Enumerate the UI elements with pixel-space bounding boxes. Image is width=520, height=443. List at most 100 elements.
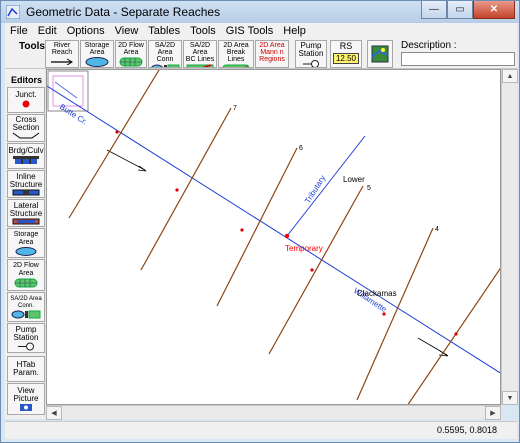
2d-flow-area-icon [14, 278, 38, 288]
bc-lines-tool[interactable]: SA/2D Area BC Lines [183, 40, 217, 68]
junction-point[interactable] [284, 233, 290, 239]
window-title: Geometric Data - Separate Reaches [26, 5, 221, 19]
rs-tool[interactable]: RS 12.50 [330, 40, 362, 68]
inline-structure-icon [12, 189, 40, 195]
tool-label: SA/2D Area BC Lines [185, 42, 215, 63]
pump-station-editor-button[interactable]: Pump Station [7, 323, 45, 353]
background-map-tool[interactable] [367, 40, 393, 68]
inline-structure-editor-button[interactable]: Inline Structure [7, 170, 45, 198]
mannings-regions-tool[interactable]: 2D Area Mann n Regions [255, 40, 289, 68]
editor-label: Pump Station [13, 324, 39, 342]
menu-bar: File Edit Options View Tables Tools GIS … [5, 23, 517, 39]
menu-tables[interactable]: Tables [143, 25, 185, 37]
sa-2d-connection-editor-button[interactable]: SA/2D Area Conn. [7, 292, 45, 322]
tool-label: SA/2D Area Conn [154, 42, 176, 63]
tool-label: 2D Area Mann n Regions [259, 42, 285, 63]
toolbar: Tools River Reach Storage Area 2D Flow A… [5, 39, 517, 69]
scroll-left-button[interactable]: ◀ [46, 406, 62, 420]
editors-panel: Editors Junct. Cross Section Brdg/Culv I… [5, 69, 45, 419]
cross-section-line[interactable] [268, 185, 364, 355]
editor-label: HTab Param. [13, 360, 39, 377]
menu-options[interactable]: Options [62, 25, 110, 37]
editor-label: 2D Flow Area [13, 262, 39, 277]
cross-section-line[interactable] [216, 147, 298, 307]
cross-section-bank-point [115, 130, 119, 134]
cross-section-bank-point [175, 188, 179, 192]
tool-label: Storage Area [84, 42, 110, 56]
storage-area-editor-button[interactable]: Storage Area [7, 228, 45, 258]
maximize-button[interactable]: ▭ [447, 1, 473, 19]
camera-icon [20, 404, 32, 411]
flow-arrow [106, 149, 146, 171]
storage-area-icon [85, 57, 109, 67]
editor-label: Junct. [15, 90, 37, 99]
vertical-scrollbar[interactable]: ▲ ▼ [501, 69, 518, 405]
storage-area-tool[interactable]: Storage Area [80, 40, 114, 68]
cross-section-label: 5 [367, 185, 371, 192]
2d-flow-area-tool[interactable]: 2D Flow Area [115, 40, 147, 68]
storage-area-icon [15, 246, 37, 256]
close-button[interactable]: ✕ [473, 1, 515, 19]
tools-label: Tools [19, 41, 45, 52]
sa-2d-connection-icon [11, 310, 41, 318]
minimize-button[interactable]: — [421, 1, 447, 19]
river-schematic[interactable]: Temporary Butte Cr. Tributary Willamette… [47, 70, 501, 405]
scroll-up-button[interactable]: ▲ [502, 69, 518, 83]
editors-label: Editors [11, 75, 43, 85]
bc-lines-icon [186, 64, 214, 67]
lateral-structure-editor-button[interactable]: Lateral Structure [7, 199, 45, 227]
cross-section-editor-button[interactable]: Cross Section [7, 114, 45, 142]
main-river-line[interactable] [47, 85, 501, 374]
2d-flow-area-editor-button[interactable]: 2D Flow Area [7, 259, 45, 291]
cross-section-line[interactable] [407, 266, 501, 405]
editor-label: Cross Section [12, 115, 40, 132]
horizontal-scrollbar[interactable]: ◀ ▶ [46, 405, 501, 420]
editor-label: Inline Structure [9, 171, 43, 189]
background-map-icon [371, 45, 389, 63]
view-picture-button[interactable]: View Picture [7, 383, 45, 415]
title-bar[interactable]: Geometric Data - Separate Reaches — ▭ ✕ [1, 1, 519, 23]
description-field[interactable] [401, 52, 515, 66]
cross-section-bank-point [310, 268, 314, 272]
sa-2d-connection-tool[interactable]: SA/2D Area Conn [148, 40, 182, 68]
editor-label: SA/2D Area Conn. [10, 295, 42, 309]
bridge-culvert-editor-button[interactable]: Brdg/Culv [7, 143, 45, 169]
cross-section-line[interactable] [356, 227, 434, 401]
menu-file[interactable]: File [5, 25, 33, 37]
sa-2d-connection-icon [151, 64, 180, 67]
river-reach-icon [51, 58, 73, 65]
reach-label-clackamas: Clackamas [357, 289, 397, 298]
river-reach-tool[interactable]: River Reach [45, 40, 79, 68]
htab-param-editor-button[interactable]: HTab Param. [7, 356, 45, 382]
cross-sections[interactable] [68, 70, 501, 405]
bridge-culvert-icon [13, 156, 39, 164]
scroll-down-button[interactable]: ▼ [502, 391, 518, 405]
cross-section-label: 4 [435, 226, 439, 233]
menu-tools[interactable]: Tools [185, 25, 221, 37]
tool-label: RS [339, 41, 353, 51]
break-lines-tool[interactable]: 2D Area Break Lines [218, 40, 254, 68]
cross-section-bank-point [454, 332, 458, 336]
scroll-right-button[interactable]: ▶ [485, 406, 501, 420]
junction-icon [22, 100, 30, 108]
menu-gis-tools[interactable]: GIS Tools [221, 25, 279, 37]
tool-label: 2D Flow Area [118, 42, 144, 56]
editor-label: Brdg/Culv [8, 146, 44, 155]
junction-editor-button[interactable]: Junct. [7, 87, 45, 113]
menu-view[interactable]: View [110, 25, 144, 37]
2d-flow-area-icon [119, 57, 143, 67]
menu-edit[interactable]: Edit [33, 25, 62, 37]
app-icon [6, 5, 20, 19]
pump-station-tool[interactable]: Pump Station [295, 40, 327, 68]
cross-section-label: 7 [233, 105, 237, 112]
editor-label: View Picture [13, 386, 39, 403]
cross-section-label: 6 [299, 145, 303, 152]
tool-label: Pump Station [298, 41, 324, 58]
reach-label-lower: Lower [343, 175, 365, 184]
schematic-canvas[interactable]: Temporary Butte Cr. Tributary Willamette… [46, 69, 501, 405]
tool-label: 2D Area Break Lines [223, 42, 249, 63]
cross-section-line[interactable] [140, 107, 232, 271]
status-bar: 0.5595, 0.8018 [5, 421, 517, 439]
menu-help[interactable]: Help [278, 25, 311, 37]
cross-section-bank-point [240, 228, 244, 232]
